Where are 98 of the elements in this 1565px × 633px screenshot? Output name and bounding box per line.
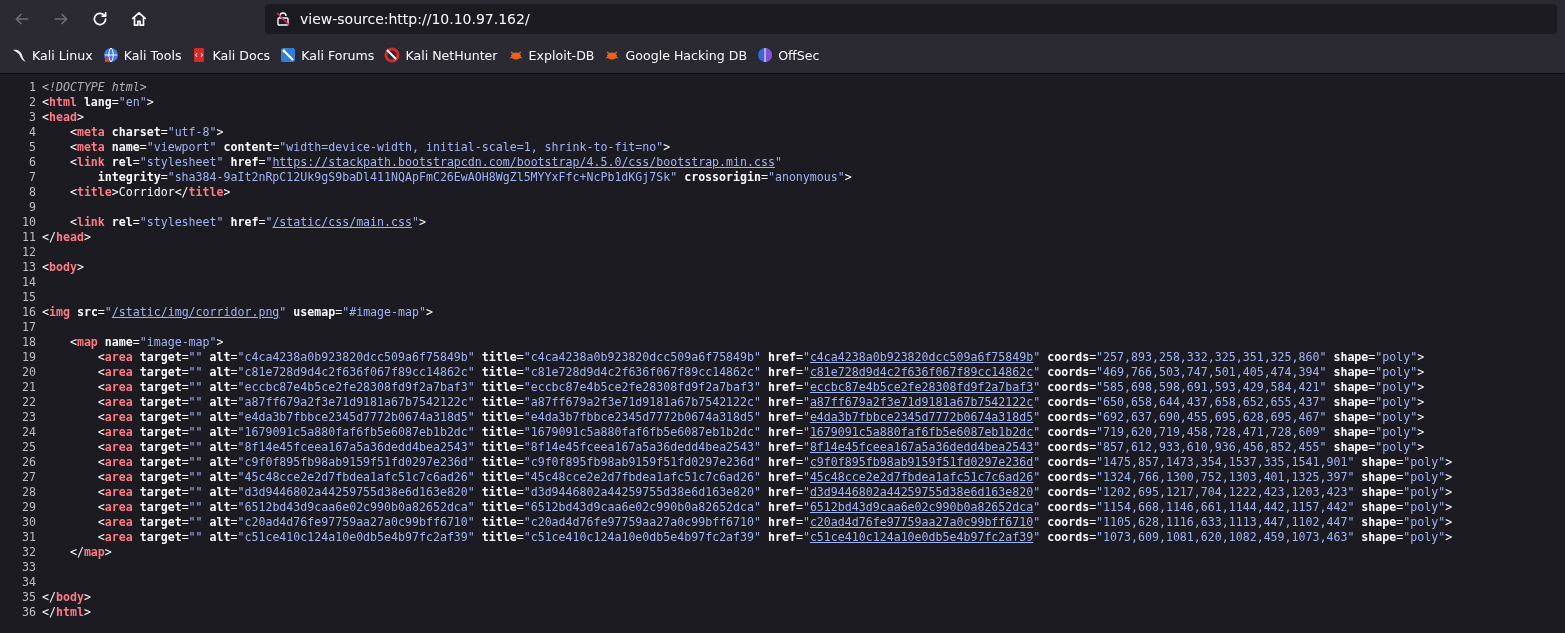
code-line: <title>Corridor</title>: [68, 185, 231, 200]
line-number: 3: [28, 110, 37, 125]
globe-icon: [102, 47, 119, 63]
line-number: 27: [21, 470, 37, 485]
bookmark-link[interactable]: Kali Linux: [6, 43, 98, 67]
line-number: 17: [21, 320, 37, 335]
line-number: 16: [21, 305, 37, 320]
source-link[interactable]: c20ad4d76fe97759aa27a0c99bff6710: [809, 515, 1034, 529]
code-line: <area target="" alt="d3d9446802a44259755d38e6d163e820" title="d3d9446802a44259755d38e6d163e820" href="d3d9446802a44259755d38e6d163e820" coords="1202,695,1217,704,1222,423,1203,423" shape="poly">: [96, 485, 1453, 500]
line-number: 1: [28, 80, 37, 95]
line-number: 4: [28, 125, 37, 140]
line-number: 21: [21, 380, 37, 395]
line-number: 36: [21, 605, 37, 620]
code-line: <area target="" alt="c4ca4238a0b923820dcc509a6f75849b" title="c4ca4238a0b923820dcc509a6f75849b" href="c4ca4238a0b923820dcc509a6f75849b" coords="257,893,258,332,325,351,325,860" shape="poly">: [96, 350, 1425, 365]
line-number: 23: [21, 410, 37, 425]
code-line: </html>: [42, 605, 91, 620]
line-number: 24: [21, 425, 37, 440]
source-link[interactable]: 6512bd43d9caa6e02c990b0a82652dca: [809, 500, 1034, 514]
source-link[interactable]: 1679091c5a880faf6fb5e6087eb1b2dc: [809, 425, 1034, 439]
code-line: <link rel="stylesheet" href="/static/css/main.css">: [68, 215, 426, 230]
source-link[interactable]: c9f0f895fb98ab9159f51fd0297e236d: [809, 455, 1034, 469]
code-line: <area target="" alt="c20ad4d76fe97759aa27a0c99bff6710" title="c20ad4d76fe97759aa27a0c99bff6710" href="c20ad4d76fe97759aa27a0c99bff6710" coords="1105,628,1116,633,1113,447,1102,447" shape="poly">: [96, 515, 1453, 530]
insecure-lock-icon: [275, 10, 291, 27]
line-number: 14: [21, 275, 37, 290]
code-line: <area target="" alt="c9f0f895fb98ab9159f51fd0297e236d" title="c9f0f895fb98ab9159f51fd0297e236d" href="c9f0f895fb98ab9159f51fd0297e236d" coords="1475,857,1473,354,1537,335,1541,901" shape="poly">: [96, 455, 1453, 470]
code-line: <img src="/static/img/corridor.png" usemap="#image-map">: [42, 305, 433, 320]
code-line: <!DOCTYPE html>: [42, 80, 147, 95]
code-line: </map>: [68, 545, 112, 560]
tile-icon: [280, 47, 297, 63]
line-number: 13: [21, 260, 37, 275]
reload-icon: [91, 9, 109, 28]
code-line: <meta charset="utf-8">: [68, 125, 224, 140]
address-text: view-source:http://10.10.97.162/: [300, 10, 530, 27]
source-link[interactable]: eccbc87e4b5ce2fe28308fd9f2a7baf3: [809, 380, 1034, 394]
line-number: 29: [21, 500, 37, 515]
line-number: 31: [21, 530, 37, 545]
code-line: <area target="" alt="a87ff679a2f3e71d9181a67b7542122c" title="a87ff679a2f3e71d9181a67b7542122c" href="a87ff679a2f3e71d9181a67b7542122c" coords="650,658,644,437,658,652,655,437" shape="poly">: [96, 395, 1425, 410]
source-link[interactable]: c81e728d9d4c2f636f067f89cc14862c: [809, 365, 1034, 379]
code-line: <area target="" alt="1679091c5a880faf6fb5e6087eb1b2dc" title="1679091c5a880faf6fb5e6087eb1b2dc" href="1679091c5a880faf6fb5e6087eb1b2dc" coords="719,620,719,458,728,471,728,609" shape="poly">: [96, 425, 1425, 440]
code-line: <body>: [42, 260, 84, 275]
code-line: <area target="" alt="c81e728d9d4c2f636f067f89cc14862c" title="c81e728d9d4c2f636f067f89cc14862c" href="c81e728d9d4c2f636f067f89cc14862c" coords="469,766,503,747,501,405,474,394" shape="poly">: [96, 365, 1425, 380]
source-link[interactable]: c51ce410c124a10e0db5e4b97fc2af39: [809, 530, 1034, 544]
bookmark-link[interactable]: Kali Tools: [97, 43, 187, 67]
bookmark-link[interactable]: Kali Forums: [275, 43, 380, 67]
source-link[interactable]: d3d9446802a44259755d38e6d163e820: [809, 485, 1034, 499]
line-number: 26: [21, 455, 37, 470]
line-number: 6: [28, 155, 37, 170]
line-number: 28: [21, 485, 37, 500]
code-line: <area target="" alt="eccbc87e4b5ce2fe28308fd9f2a7baf3" title="eccbc87e4b5ce2fe28308fd9f2a7baf3" href="eccbc87e4b5ce2fe28308fd9f2a7baf3" coords="585,698,598,691,593,429,584,421" shape="poly">: [96, 380, 1425, 395]
code-line: <area target="" alt="6512bd43d9caa6e02c990b0a82652dca" title="6512bd43d9caa6e02c990b0a82652dca" href="6512bd43d9caa6e02c990b0a82652dca" coords="1154,668,1146,661,1144,442,1157,442" shape="poly">: [96, 500, 1453, 515]
code-line: <html lang="en">: [42, 95, 154, 110]
code-line: <map name="image-map">: [68, 335, 224, 350]
code-line: </body>: [42, 590, 91, 605]
line-number: 22: [21, 395, 37, 410]
home-icon: [130, 9, 148, 28]
bookmark-link[interactable]: Exploit-DB: [502, 43, 600, 67]
address-bar[interactable]: view-source:http://10.10.97.162/: [265, 3, 1557, 34]
line-number: 20: [21, 365, 37, 380]
sphere-icon: [757, 47, 774, 63]
code-line: <link rel="stylesheet" href="https://stackpath.bootstrapcdn.com/bootstrap/4.5.0/css/bootstrap.min.css": [68, 155, 782, 170]
code-line: <area target="" alt="c51ce410c124a10e0db5e4b97fc2af39" title="c51ce410c124a10e0db5e4b97fc2af39" href="c51ce410c124a10e0db5e4b97fc2af39" coords="1073,609,1081,620,1082,459,1073,463" shape="poly">: [96, 530, 1453, 545]
line-number: 33: [21, 560, 37, 575]
line-number: 15: [21, 290, 37, 305]
code-line: <head>: [42, 110, 84, 125]
bookmark-link[interactable]: Kali NetHunter: [379, 43, 503, 67]
line-number: 34: [21, 575, 37, 590]
line-number: 19: [21, 350, 37, 365]
line-number: 10: [21, 215, 37, 230]
line-number: 30: [21, 515, 37, 530]
line-number: 25: [21, 440, 37, 455]
source-link[interactable]: https://stackpath.bootstrapcdn.com/bootstrap/4.5.0/css/bootstrap.min.css: [272, 155, 775, 169]
line-number: 7: [28, 170, 37, 185]
code-line: <meta name="viewport" content="width=device-width, initial-scale=1, shrink-to-fit=no">: [68, 140, 671, 155]
bookmark-link[interactable]: Kali Docs: [186, 43, 276, 67]
line-number: 35: [21, 590, 37, 605]
line-number: 18: [21, 335, 37, 350]
code-line: <area target="" alt="e4da3b7fbbce2345d7772b0674a318d5" title="e4da3b7fbbce2345d7772b0674a318d5" href="e4da3b7fbbce2345d7772b0674a318d5" coords="692,637,690,455,695,628,695,467" shape="poly">: [96, 410, 1425, 425]
source-link[interactable]: e4da3b7fbbce2345d7772b0674a318d5: [809, 410, 1034, 424]
line-number: 8: [28, 185, 37, 200]
line-number: 32: [21, 545, 37, 560]
source-link[interactable]: /static/css/main.css: [272, 215, 412, 229]
source-link[interactable]: c4ca4238a0b923820dcc509a6f75849b: [809, 350, 1034, 364]
code-line: <area target="" alt="8f14e45fceea167a5a36dedd4bea2543" title="8f14e45fceea167a5a36dedd4bea2543" href="8f14e45fceea167a5a36dedd4bea2543" coords="857,612,933,610,936,456,852,455" shape="poly">: [96, 440, 1425, 455]
source-link[interactable]: 8f14e45fceea167a5a36dedd4bea2543: [809, 440, 1034, 454]
source-link[interactable]: 45c48cce2e2d7fbdea1afc51c7c6ad26: [809, 470, 1034, 484]
line-number: 9: [28, 200, 37, 215]
ring-icon: [384, 47, 401, 63]
line-number: 2: [28, 95, 37, 110]
line-number: 11: [21, 230, 37, 245]
source-link[interactable]: /static/img/corridor.png: [111, 305, 280, 319]
line-number: 5: [28, 140, 37, 155]
bookmark-link[interactable]: Google Hacking DB: [599, 43, 753, 67]
code-line: integrity="sha384-9aIt2nRpC12Uk9gS9baDl411NQApFmC26EwAOH8WgZl5MYYxFfc+NcPb1dKGj7Sk" crossorigin="anonymous">: [96, 170, 852, 185]
source-link[interactable]: a87ff679a2f3e71d9181a67b7542122c: [809, 395, 1034, 409]
code-line: </head>: [42, 230, 91, 245]
code-line: <area target="" alt="45c48cce2e2d7fbdea1afc51c7c6ad26" title="45c48cce2e2d7fbdea1afc51c7c6ad26" href="45c48cce2e2d7fbdea1afc51c7c6ad26" coords="1324,766,1300,752,1303,401,1325,397" shape="poly">: [96, 470, 1453, 485]
bookmark-link[interactable]: OffSec: [752, 43, 825, 67]
line-number: 12: [21, 245, 37, 260]
